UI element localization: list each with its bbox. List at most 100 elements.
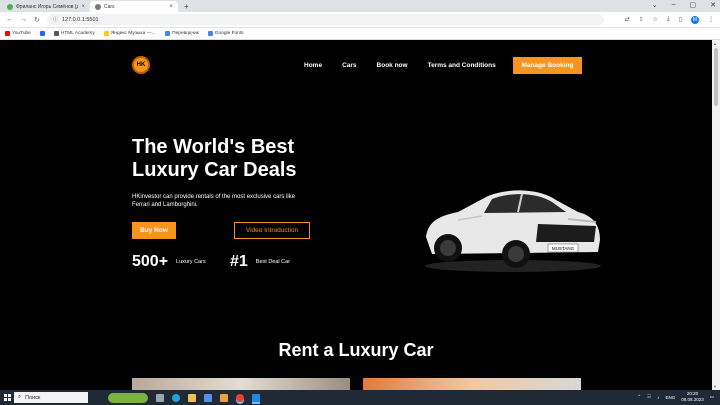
search-placeholder: Поиск [25,394,41,401]
nav-cars[interactable]: Cars [342,62,356,69]
tab-label: Фриланс Игорь Семёнов (д… [16,3,79,10]
bookmark-label: Яндекс Музыка —… [110,31,157,36]
rent-section-title: Rent a Luxury Car [278,340,434,360]
maximize-icon[interactable]: ▢ [690,1,697,9]
windows-taskbar: ⌕ Поиск ⌃ ☷ ♪ ENG 20:20 08.08.2023 ▭ [0,390,720,405]
bookmark-yandex-music[interactable]: Яндекс Музыка —… [103,31,157,36]
bookmark-youtube[interactable]: YouTube [5,31,31,36]
vk-icon [39,31,45,36]
bookmarks-bar: YouTube HTML Academy Яндекс Музыка —… Пе… [0,28,720,40]
back-icon[interactable]: ← [6,16,13,23]
stat-label: Best Deal Car [255,259,291,265]
stat-label: Luxury Cars [176,259,206,265]
reload-icon[interactable]: ↻ [34,16,40,24]
nav-book-now[interactable]: Book now [377,62,408,69]
stat-value: #1 [230,253,248,270]
bookmark-label: Переводчик [172,31,199,36]
bookmark-html-academy[interactable]: HTML Academy [53,31,95,36]
close-icon[interactable]: × [169,4,173,10]
chevron-up-icon[interactable]: ⌃ [637,394,641,400]
store-icon[interactable] [204,393,212,402]
chevron-down-icon[interactable]: ⌄ [652,1,658,9]
google-fonts-icon [207,31,213,36]
car-card-2[interactable] [363,378,581,390]
page-content: HK Home Cars Book now Terms and Conditio… [0,40,712,390]
stat-best-deal: #1 Best Deal Car [230,253,290,271]
address-bar: ← → ↻ ⓘ 127.0.0.1:5501 ⇄ ⇪ ☆ ⤓ ▯ M ⋮ [0,12,720,28]
volume-icon[interactable]: ♪ [657,395,659,400]
vscode-icon[interactable] [252,393,260,402]
hero-title-line1: The World's Best [132,136,295,158]
bookmark-label: YouTube [12,31,31,36]
start-button[interactable] [0,390,14,405]
new-tab-button[interactable]: + [178,1,195,12]
html-academy-icon [53,31,59,36]
stat-luxury-cars: 500+ Luxury Cars [132,253,206,271]
sidebar-icon[interactable]: ▯ [679,16,682,23]
scroll-down-icon[interactable]: ▼ [713,384,717,389]
close-window-icon[interactable]: ✕ [710,1,716,9]
bookmark-label: HTML Academy [60,31,95,36]
scroll-thumb[interactable] [714,48,718,106]
browser-tab-bar: Фриланс Игорь Семёнов (д… × Cars × + ⌄ –… [0,0,720,12]
windows-icon [3,394,11,401]
star-icon[interactable]: ☆ [653,16,658,23]
tab-label: Cars [104,3,115,10]
widgets-icon[interactable] [108,392,148,403]
stat-value: 500+ [132,253,169,270]
nav-terms[interactable]: Terms and Conditions [428,62,496,69]
translate-icon [165,31,171,36]
menu-icon[interactable]: ⋮ [708,16,714,23]
info-icon[interactable]: ⓘ [53,16,58,23]
scroll-up-icon[interactable]: ▲ [713,41,717,46]
network-icon[interactable]: ☷ [647,394,651,400]
manage-booking-button[interactable]: Manage Booking [513,57,582,74]
browser-tab-freelance[interactable]: Фриланс Игорь Семёнов (д… × [2,1,90,12]
bookmark-label: Google Fonts [214,31,244,36]
clock[interactable]: 20:20 08.08.2023 [681,391,704,403]
url-input[interactable]: ⓘ 127.0.0.1:5501 [46,14,604,25]
car-card-1[interactable] [132,378,350,390]
hero-description: HKinvestor can provide rentals of the mo… [132,194,296,208]
profile-avatar[interactable]: M [691,15,699,24]
video-introduction-button[interactable]: Video Introduction [234,222,310,239]
chrome-icon[interactable] [236,393,244,402]
url-text: 127.0.0.1:5501 [61,16,99,23]
download-icon[interactable]: ⤓ [667,16,670,23]
bookmark-translator[interactable]: Переводчик [165,31,199,36]
minimize-icon[interactable]: – [672,1,676,9]
hero-title: The World's Best Luxury Car Deals [132,136,372,182]
taskbar-search-input[interactable]: ⌕ Поиск [14,392,88,403]
favicon-icon [7,3,13,10]
browser-toolbar-icons: ⇄ ⇪ ☆ ⤓ ▯ M ⋮ [625,15,714,24]
notifications-icon[interactable]: ▭ [710,394,714,400]
forward-icon[interactable]: → [20,16,27,23]
page-scrollbar[interactable]: ▲ ▼ [712,40,720,390]
close-icon[interactable]: × [81,4,85,10]
license-plate: MUSTANG [552,246,575,251]
browser-tab-cars[interactable]: Cars × [90,1,178,12]
share-icon[interactable]: ⇪ [639,16,644,23]
search-icon: ⌕ [18,394,22,400]
taskbar-apps [108,392,260,403]
system-tray: ⌃ ☷ ♪ ENG 20:20 08.08.2023 ▭ [637,391,714,403]
task-view-icon[interactable] [156,393,164,402]
language-indicator[interactable]: ENG [665,395,675,400]
youtube-icon [5,31,10,36]
edge-icon[interactable] [172,393,180,402]
site-logo[interactable]: HK [132,56,150,74]
clock-date: 08.08.2023 [681,397,704,402]
nav-home[interactable]: Home [304,62,322,69]
translate-icon[interactable]: ⇄ [625,16,630,23]
bookmark-vk[interactable] [39,31,45,36]
explorer-icon[interactable] [188,393,196,402]
window-controls: ⌄ – ▢ ✕ [652,1,716,9]
favicon-icon [95,3,101,10]
hero-title-line2: Luxury Car Deals [132,159,297,181]
main-nav: Home Cars Book now Terms and Conditions [304,62,496,69]
bookmark-google-fonts[interactable]: Google Fonts [207,31,244,36]
yandex-music-icon [103,31,109,36]
buy-now-button[interactable]: Buy Now [132,222,176,239]
hero-car-image: MUSTANG [425,190,601,272]
folder-icon[interactable] [220,393,228,402]
